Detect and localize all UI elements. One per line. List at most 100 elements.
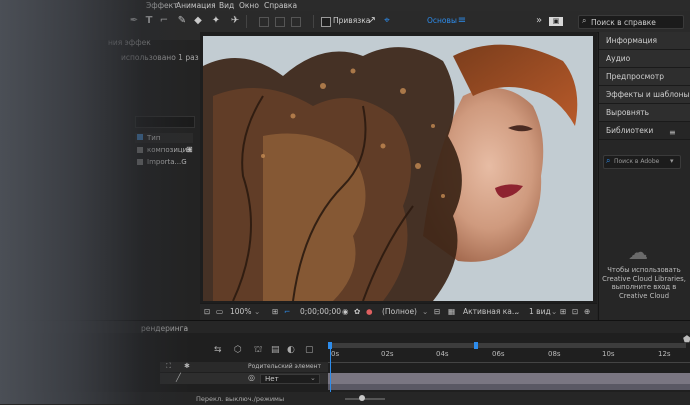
- menu-effect[interactable]: Эффект: [146, 1, 178, 10]
- composition-image: [203, 36, 593, 301]
- views-layout-dropdown[interactable]: 1 вид: [529, 307, 551, 316]
- puppet-icon[interactable]: ✦: [210, 15, 222, 27]
- label-color-icon: [137, 147, 143, 153]
- help-search-input[interactable]: ⌕ Поиск в справке: [578, 15, 684, 29]
- list-item-type: композиция: [147, 146, 192, 154]
- show-snapshot-icon[interactable]: ✿: [354, 307, 360, 316]
- menu-help[interactable]: Справка: [264, 1, 297, 10]
- timecode-display[interactable]: 0;00;00;00: [300, 307, 341, 316]
- toggle-switches-modes[interactable]: Перекл. выключ./режимы: [196, 395, 284, 403]
- cc-signin-message: Чтобы использовать Creative Cloud Librar…: [602, 266, 686, 300]
- snap-edges-icon[interactable]: ↗: [366, 15, 378, 27]
- monitor-icon[interactable]: ▭: [216, 307, 223, 316]
- toolbar-divider: [246, 15, 247, 28]
- layer-row[interactable]: ╱ ◎ Нет ⌄: [160, 373, 328, 384]
- timeline-link-icon[interactable]: ⊡: [572, 307, 578, 316]
- comp-mini-flowchart-icon[interactable]: ⇆: [214, 345, 222, 355]
- zoom-slider-handle[interactable]: [359, 395, 365, 401]
- layer-duration-bar[interactable]: [328, 373, 690, 384]
- library-search-input[interactable]: ⌕ Поиск в Adobe ▾: [603, 155, 681, 169]
- flowchart-icon[interactable]: ⊕: [584, 307, 590, 316]
- preview-panel-tab[interactable]: Предпросмотр: [599, 68, 690, 86]
- brush-icon[interactable]: ✎: [176, 15, 188, 27]
- pen-icon[interactable]: ✒: [128, 15, 140, 27]
- align-panel-tab[interactable]: Выровнять: [599, 104, 690, 122]
- parent-dropdown[interactable]: Нет ⌄: [260, 374, 320, 384]
- ruler-tick: 06s: [492, 350, 505, 358]
- zoom-slider-track[interactable]: [345, 398, 385, 400]
- parent-value: Нет: [265, 375, 279, 383]
- shy-switch-icon[interactable]: ⛶: [166, 362, 171, 371]
- always-preview-icon[interactable]: ⊡: [204, 307, 210, 316]
- workspace-more-icon[interactable]: »: [533, 15, 545, 27]
- time-ruler[interactable]: 0s 02s 04s 06s 08s 10s 12s: [328, 350, 690, 363]
- chevron-down-icon: ⌄: [310, 374, 316, 382]
- eraser-icon[interactable]: ◆: [192, 15, 204, 27]
- work-area-end-handle[interactable]: [474, 342, 478, 349]
- work-area-bar[interactable]: [330, 343, 686, 348]
- chevron-down-icon: ⌄: [514, 307, 521, 316]
- ruler-tick: 04s: [436, 350, 449, 358]
- grid-icon[interactable]: ⊞: [272, 307, 278, 316]
- search-icon: ⌕: [606, 156, 611, 165]
- shy-icon[interactable]: ⛫: [254, 345, 262, 356]
- panel-menu-icon[interactable]: ≡: [669, 128, 676, 137]
- roto-tool-icon[interactable]: [291, 17, 301, 27]
- color-channels-icon[interactable]: ●: [366, 307, 373, 316]
- motion-blur-icon[interactable]: ◐: [287, 345, 295, 355]
- snap-features-icon[interactable]: ⌖: [381, 15, 393, 27]
- menu-window[interactable]: Окно: [239, 1, 259, 10]
- effects-tab[interactable]: ния эффек: [108, 38, 151, 47]
- frame-blending-icon[interactable]: ▤: [271, 345, 280, 355]
- info-panel-tab[interactable]: Информация: [599, 32, 690, 50]
- render-queue-tab[interactable]: рендеринга: [141, 324, 188, 333]
- zoom-dropdown[interactable]: 100%: [230, 307, 251, 316]
- toolbar: ✒ T ⌐ ✎ ◆ ✦ ✈ Привязка ↗ ⌖ Основы ≡ » ▣ …: [0, 11, 690, 33]
- list-item[interactable]: Importa...G: [135, 157, 193, 167]
- preview-panel-label: Предпросмотр: [606, 72, 664, 81]
- snap-checkbox[interactable]: [321, 17, 331, 27]
- mask-tool-icon[interactable]: [259, 17, 269, 27]
- pin-icon[interactable]: ✈: [229, 15, 241, 27]
- type-vertical-icon[interactable]: ⌐: [158, 15, 170, 27]
- type-column-header[interactable]: Тип: [147, 134, 160, 142]
- fast-preview-icon[interactable]: ⊞: [560, 307, 566, 316]
- fx-switch-icon[interactable]: ✱: [184, 362, 190, 370]
- transparency-grid-icon[interactable]: ▦: [448, 307, 455, 316]
- list-item-type: Importa...G: [147, 158, 187, 166]
- workspace-menu-icon[interactable]: ≡: [456, 15, 468, 27]
- text-icon[interactable]: T: [143, 15, 155, 27]
- align-panel-label: Выровнять: [606, 108, 650, 117]
- toolbar-divider: [313, 15, 314, 28]
- camera-view-dropdown[interactable]: Активная ка...: [463, 307, 519, 316]
- list-item[interactable]: композиция ⊞: [135, 145, 193, 155]
- info-panel-label: Информация: [606, 36, 658, 45]
- mask-visibility-icon[interactable]: ⌐: [284, 307, 290, 316]
- menu-animation[interactable]: Анимация: [176, 1, 216, 10]
- draft-3d-icon[interactable]: ⬡: [234, 345, 242, 355]
- current-time-indicator[interactable]: [330, 348, 331, 393]
- resolution-dropdown[interactable]: (Полное): [382, 307, 417, 316]
- usage-text: использовано 1 раз: [121, 53, 199, 62]
- project-column-header: Тип: [135, 133, 193, 143]
- region-of-interest-icon[interactable]: ⊟: [434, 307, 440, 316]
- workspace-label[interactable]: Основы: [427, 16, 457, 25]
- layer-quality-icon[interactable]: ╱: [176, 373, 181, 382]
- chevron-down-icon: ⌄: [254, 307, 261, 316]
- audio-panel-tab[interactable]: Аудио: [599, 50, 690, 68]
- libraries-panel-tab[interactable]: Библиотеки: [599, 122, 690, 140]
- shape-tool-icon[interactable]: [275, 17, 285, 27]
- search-icon: ⌕: [582, 16, 587, 25]
- label-color-icon: [137, 159, 143, 165]
- comp-end-marker-icon[interactable]: ⬟: [683, 335, 690, 345]
- chevron-down-icon: ⌄: [422, 307, 429, 316]
- graph-editor-icon[interactable]: ▢: [305, 345, 314, 355]
- panel-toggle-icon[interactable]: ▣: [549, 17, 563, 26]
- ruler-tick: 10s: [602, 350, 615, 358]
- project-search-input[interactable]: [135, 116, 195, 128]
- menu-view[interactable]: Вид: [219, 1, 234, 10]
- parent-pickwhip-icon[interactable]: ◎: [248, 373, 255, 382]
- effects-panel-tab[interactable]: Эффекты и шаблоны: [599, 86, 690, 104]
- ruler-tick: 12s: [658, 350, 671, 358]
- camera-snapshot-icon[interactable]: ◉: [342, 307, 349, 316]
